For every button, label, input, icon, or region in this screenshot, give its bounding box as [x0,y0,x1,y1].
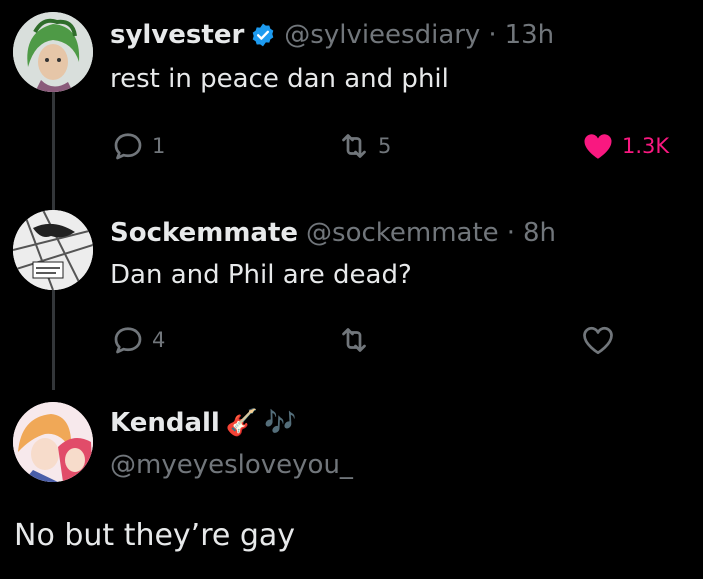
like-button[interactable] [580,322,616,358]
thread-line [52,90,55,210]
heart-outline-icon [583,326,613,355]
avatar-anime-icon [13,402,93,482]
avatar[interactable] [13,210,93,290]
tweet-text: Dan and Phil are dead? [110,260,412,290]
display-name[interactable]: Kendall [110,408,220,438]
like-count: 1.3K [622,134,670,158]
verified-badge-icon[interactable] [250,22,276,48]
avatar-green-hair-icon [13,12,93,92]
repost-count: 5 [378,134,392,158]
handle[interactable]: @sockemmate [306,218,499,248]
separator-dot: · [488,20,497,50]
timestamp[interactable]: 13h [505,20,555,50]
reply-icon [114,133,142,160]
reply-count: 1 [152,134,166,158]
reply-count: 4 [152,328,166,352]
action-bar: 1 5 1.3K [110,128,690,168]
avatar[interactable] [13,12,93,92]
main-post-text: No but they’re gay [14,518,296,553]
repost-button[interactable]: 5 [336,128,391,164]
action-bar: 4 [110,322,690,362]
like-button[interactable]: 1.3K [580,128,669,164]
heart-filled-icon [584,134,612,159]
guitar-emoji-icon: 🎸 [225,408,259,438]
repost-icon [342,328,366,352]
display-name[interactable]: Sockemmate [110,218,298,248]
timestamp[interactable]: 8h [523,218,556,248]
handle[interactable]: @sylvieesdiary [284,20,480,50]
reply-icon [114,327,142,354]
handle[interactable]: @myeyesloveyou_ [110,450,353,480]
reply-button[interactable]: 1 [110,128,165,164]
thread-line [52,280,55,390]
repost-button[interactable] [336,322,372,358]
tweet-text: rest in peace dan and phil [110,64,449,94]
avatar[interactable] [13,402,93,482]
music-notes-emoji-icon: 🎶 [264,408,297,438]
avatar-manga-icon [13,210,93,290]
repost-icon [342,134,366,158]
display-name[interactable]: sylvester [110,20,244,50]
separator-dot: · [506,218,515,248]
reply-button[interactable]: 4 [110,322,165,358]
